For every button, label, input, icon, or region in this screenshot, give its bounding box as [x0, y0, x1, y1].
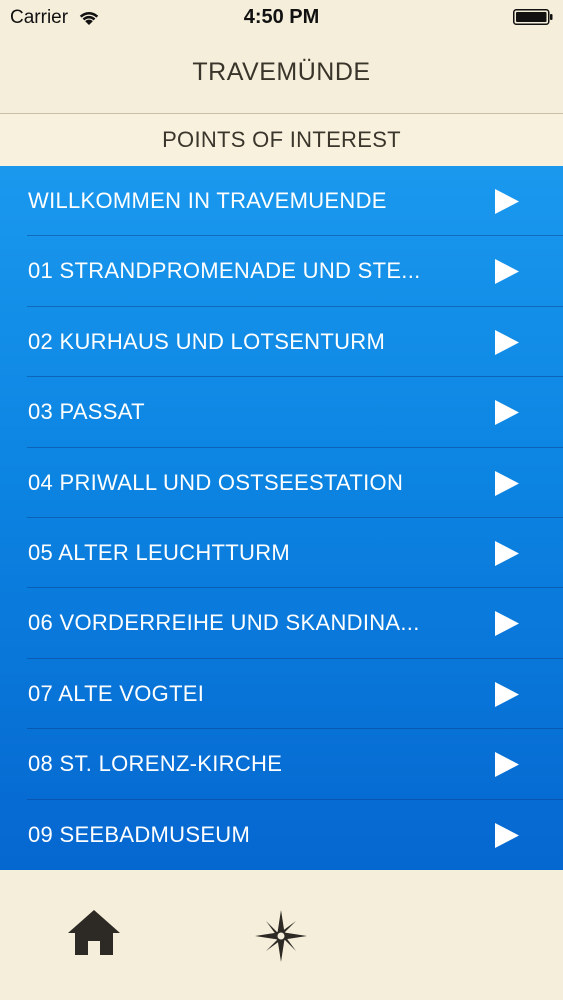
page-title: TRAVEMÜNDE	[192, 58, 371, 86]
status-bar: Carrier 4:50 PM	[0, 0, 563, 36]
play-arrow-icon	[495, 400, 519, 426]
list-item[interactable]: 01 STRANDPROMENADE UND STE...	[0, 236, 563, 307]
list-item-label: 04 PRIWALL UND OSTSEESTATION	[28, 469, 404, 495]
compass-rose-icon	[255, 910, 307, 962]
list-item[interactable]: 06 VORDERREIHE UND SKANDINA...	[0, 588, 563, 659]
list-item[interactable]: WILLKOMMEN IN TRAVEMUENDE	[0, 166, 563, 237]
list-item-label: 08 ST. LORENZ-KIRCHE	[28, 751, 283, 777]
play-arrow-icon	[495, 470, 519, 496]
play-arrow-icon	[495, 540, 519, 566]
status-time: 4:50 PM	[243, 6, 320, 28]
play-arrow-icon	[495, 259, 519, 285]
list-item[interactable]: 04 PRIWALL UND OSTSEESTATION	[0, 448, 563, 518]
section-header: POINTS OF INTEREST	[0, 114, 563, 166]
list-item-label: 03 PASSAT	[28, 399, 145, 425]
play-arrow-icon	[495, 611, 519, 637]
list-item-label: 05 ALTER LEUCHTTURM	[28, 539, 291, 565]
tab-home[interactable]	[64, 906, 124, 966]
play-arrow-icon	[495, 329, 519, 355]
play-arrow-icon	[495, 681, 519, 707]
play-arrow-icon	[495, 752, 519, 778]
list-item-label: 07 ALTE VOGTEI	[28, 680, 205, 706]
tab-compass[interactable]	[251, 906, 311, 966]
navigation-bar: TRAVEMÜNDE	[0, 36, 563, 114]
list-item[interactable]: 02 KURHAUS UND LOTSENTURM	[0, 307, 563, 378]
list-item-label: 01 STRANDPROMENADE UND STE...	[28, 258, 421, 284]
play-arrow-icon	[495, 822, 519, 848]
list-item-label: 02 KURHAUS UND LOTSENTURM	[28, 328, 386, 354]
points-of-interest-list: WILLKOMMEN IN TRAVEMUENDE 01 STRANDPROME…	[0, 166, 563, 870]
list-item-label: WILLKOMMEN IN TRAVEMUENDE	[28, 188, 387, 213]
list-item[interactable]: 03 PASSAT	[0, 377, 563, 448]
list-item[interactable]: 09 SEEBADMUSEUM	[0, 800, 563, 870]
list-item-label: 06 VORDERREIHE UND SKANDINA...	[28, 610, 420, 636]
list-item[interactable]: 05 ALTER LEUCHTTURM	[0, 518, 563, 589]
tab-bar	[0, 870, 563, 1000]
list-item-label: 09 SEEBADMUSEUM	[28, 821, 251, 847]
list-item[interactable]: 07 ALTE VOGTEI	[0, 659, 563, 730]
play-arrow-icon	[495, 189, 519, 214]
home-icon	[68, 910, 120, 955]
list-item[interactable]: 08 ST. LORENZ-KIRCHE	[0, 729, 563, 800]
battery-icon	[513, 9, 553, 25]
